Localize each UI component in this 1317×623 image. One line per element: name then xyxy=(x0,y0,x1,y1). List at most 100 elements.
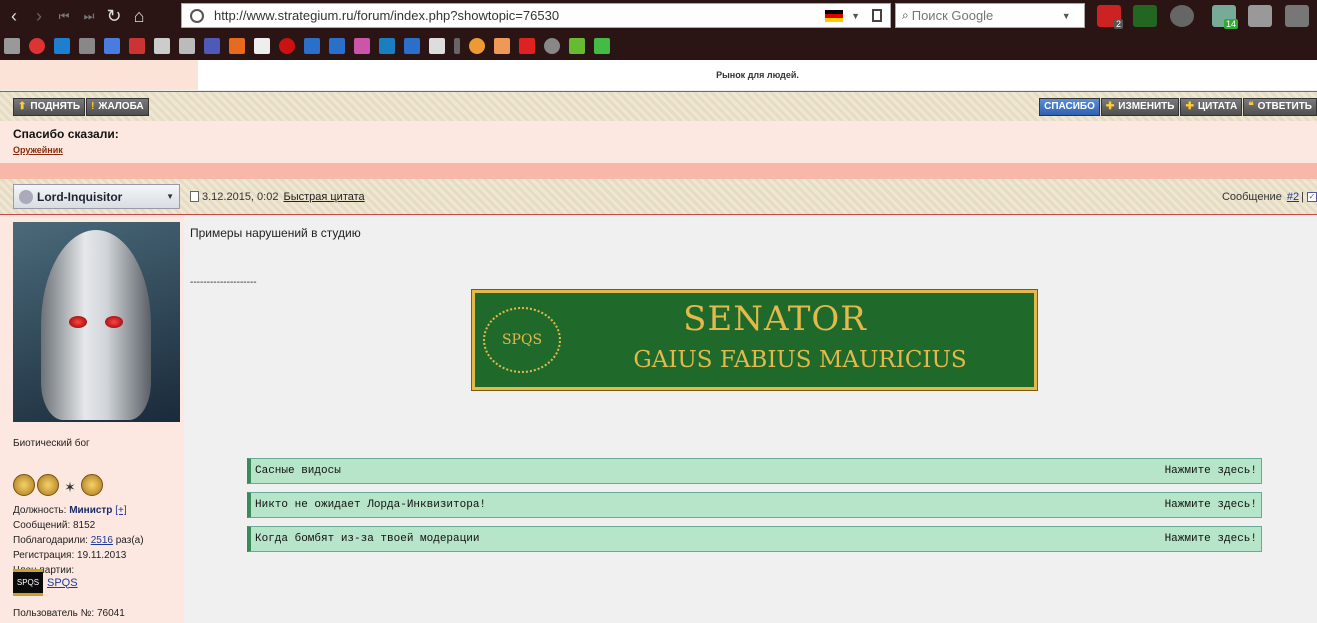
reply-button[interactable]: ❝ ОТВЕТИТЬ xyxy=(1243,97,1317,116)
raise-button[interactable]: ⬆ ПОДНЯТЬ xyxy=(13,97,86,116)
thanks-label: СПАСИБО xyxy=(1044,101,1095,112)
sync-icon[interactable] xyxy=(1285,5,1309,27)
bookmark-mp3-icon[interactable] xyxy=(379,38,395,54)
search-input[interactable] xyxy=(911,8,1062,23)
bookmark-check-icon[interactable] xyxy=(329,38,345,54)
left-strip xyxy=(0,60,198,90)
bookmark-v-icon[interactable] xyxy=(519,38,535,54)
home-icon[interactable]: ⌂ xyxy=(128,5,150,27)
bookmark-lang-icon[interactable] xyxy=(494,38,510,54)
previous-post-footer: Рынок для людей. xyxy=(198,60,1317,90)
url-text[interactable]: http://www.strategium.ru/forum/index.php… xyxy=(214,8,825,23)
message-number: Сообщение #2 | ✓ xyxy=(1222,191,1317,203)
spoiler-action[interactable]: Нажмите здесь! xyxy=(1165,499,1257,511)
party-logo[interactable]: SPQS xyxy=(13,569,43,596)
spoiler-1[interactable]: Сасные видосы Нажмите здесь! xyxy=(247,458,1262,484)
film-icon[interactable] xyxy=(1170,5,1194,27)
thanks-button[interactable]: СПАСИБО xyxy=(1039,97,1100,116)
thanked-suffix: раз(а) xyxy=(115,535,144,546)
bookmarks-bar xyxy=(0,32,1317,60)
bookmark-speaker-icon[interactable] xyxy=(79,38,95,54)
forward-icon[interactable]: › xyxy=(28,5,50,27)
avatar xyxy=(13,222,180,422)
address-bar[interactable]: http://www.strategium.ru/forum/index.php… xyxy=(181,3,891,28)
bookmark-folder-icon[interactable] xyxy=(179,38,195,54)
banner-title: SENATOR xyxy=(683,299,867,339)
spoiler-title: Сасные видосы xyxy=(255,465,341,477)
spoiler-action[interactable]: Нажмите здесь! xyxy=(1165,533,1257,545)
registration-date: Регистрация: 19.11.2013 xyxy=(13,550,127,561)
post-separator xyxy=(0,163,1317,179)
back-icon[interactable]: ‹ xyxy=(3,5,25,27)
quote-button[interactable]: ✚ ЦИТАТА xyxy=(1180,97,1243,116)
message-label: Сообщение xyxy=(1221,190,1282,203)
post-text: Примеры нарушений в студию xyxy=(190,226,361,240)
position-expand[interactable]: [+] xyxy=(115,505,126,516)
bookmark-bug-icon[interactable] xyxy=(279,38,295,54)
signature-separator: -------------------- xyxy=(190,277,257,288)
message-number-link[interactable]: #2 xyxy=(1287,191,1299,203)
spoiler-2[interactable]: Никто не ожидает Лорда-Инквизитора! Нажм… xyxy=(247,492,1262,518)
party-link[interactable]: SPQS xyxy=(47,577,78,589)
author-name: Lord-Inquisitor xyxy=(37,189,123,204)
document-icon xyxy=(190,191,199,202)
party-row: SPQS SPQS xyxy=(13,569,78,596)
thanks-title: Спасибо сказали: xyxy=(13,127,119,141)
quote-icon: ❝ xyxy=(1248,101,1254,112)
thanked-count-link[interactable]: 2516 xyxy=(91,535,113,546)
edit-button[interactable]: ✚ ИЗМЕНИТЬ xyxy=(1100,97,1180,116)
quick-quote-link[interactable]: Быстрая цитата xyxy=(283,191,364,203)
medal-icon xyxy=(13,474,35,496)
folder-icon[interactable] xyxy=(1248,5,1272,27)
bookmark-icon[interactable] xyxy=(872,9,882,22)
bookmark-folder-icon[interactable] xyxy=(4,38,20,54)
reply-label: ОТВЕТИТЬ xyxy=(1257,101,1312,112)
author-dropdown[interactable]: Lord-Inquisitor ▼ xyxy=(13,184,180,209)
post-body: Примеры нарушений в студию -------------… xyxy=(184,216,1317,623)
bookmark-gear-icon[interactable] xyxy=(544,38,560,54)
spoiler-action[interactable]: Нажмите здесь! xyxy=(1165,465,1257,477)
exclamation-icon: ! xyxy=(91,101,95,112)
forum-page: Рынок для людей. ⬆ ПОДНЯТЬ ! ЖАЛОБА СПАСИБ… xyxy=(0,60,1317,623)
adblock-icon[interactable]: 2 xyxy=(1097,5,1123,29)
chevron-down-icon[interactable]: ▼ xyxy=(1062,11,1071,21)
first-icon[interactable]: ⏮ xyxy=(53,5,75,27)
bookmark-check-icon[interactable] xyxy=(304,38,320,54)
mail-badge: 14 xyxy=(1223,19,1238,29)
post-header: Lord-Inquisitor ▼ 3.12.2015, 0:02 Быстра… xyxy=(0,179,1317,215)
search-box[interactable]: ⌕ ▼ xyxy=(895,3,1085,28)
laurel-wreath-icon: SPQS xyxy=(483,307,561,373)
bookmark-pin-icon[interactable] xyxy=(454,38,460,54)
bookmark-target-icon[interactable] xyxy=(29,38,45,54)
bookmark-text-icon[interactable] xyxy=(154,38,170,54)
bookmark-translate-icon[interactable] xyxy=(104,38,120,54)
bookmark-w3-icon[interactable] xyxy=(594,38,610,54)
banner-name: GAIUS FABIUS MAURICIUS xyxy=(633,347,967,373)
spoiler-3[interactable]: Когда бомбят из-за твоей модерации Нажми… xyxy=(247,526,1262,552)
bookmark-plane-icon[interactable] xyxy=(129,38,145,54)
select-post-checkbox[interactable]: ✓ xyxy=(1307,191,1317,202)
mail-icon[interactable]: 14 xyxy=(1212,5,1238,29)
bookmark-check-icon[interactable] xyxy=(404,38,420,54)
quote-label: ЦИТАТА xyxy=(1197,101,1238,112)
chevron-down-icon[interactable]: ▼ xyxy=(851,11,860,21)
bookmark-game-icon[interactable] xyxy=(354,38,370,54)
status-icon[interactable] xyxy=(1133,5,1157,27)
report-button[interactable]: ! ЖАЛОБА xyxy=(86,97,149,116)
reload-icon[interactable]: ↻ xyxy=(103,5,125,27)
thanks-user-link[interactable]: Оружейник xyxy=(13,145,1304,155)
post-meta: 3.12.2015, 0:02 Быстрая цитата xyxy=(190,191,365,203)
bookmark-ring-icon[interactable] xyxy=(469,38,485,54)
last-icon[interactable]: ⏭ xyxy=(78,5,100,27)
thanked-row: Поблагодарили: 2516 раз(а) xyxy=(13,533,144,548)
author-sidebar: Биотический бог ✶ Должность: Министр [+]… xyxy=(0,216,184,623)
german-flag-icon[interactable] xyxy=(825,9,844,22)
bookmark-flag-icon[interactable] xyxy=(429,38,445,54)
bookmark-seven-icon[interactable] xyxy=(54,38,70,54)
bookmark-sprout-icon[interactable] xyxy=(569,38,585,54)
position-label: Должность: xyxy=(13,505,67,516)
bookmark-a-icon[interactable] xyxy=(204,38,220,54)
bookmark-mark-icon[interactable] xyxy=(229,38,245,54)
plus-icon: ✚ xyxy=(1105,101,1115,112)
bookmark-page-icon[interactable] xyxy=(254,38,270,54)
